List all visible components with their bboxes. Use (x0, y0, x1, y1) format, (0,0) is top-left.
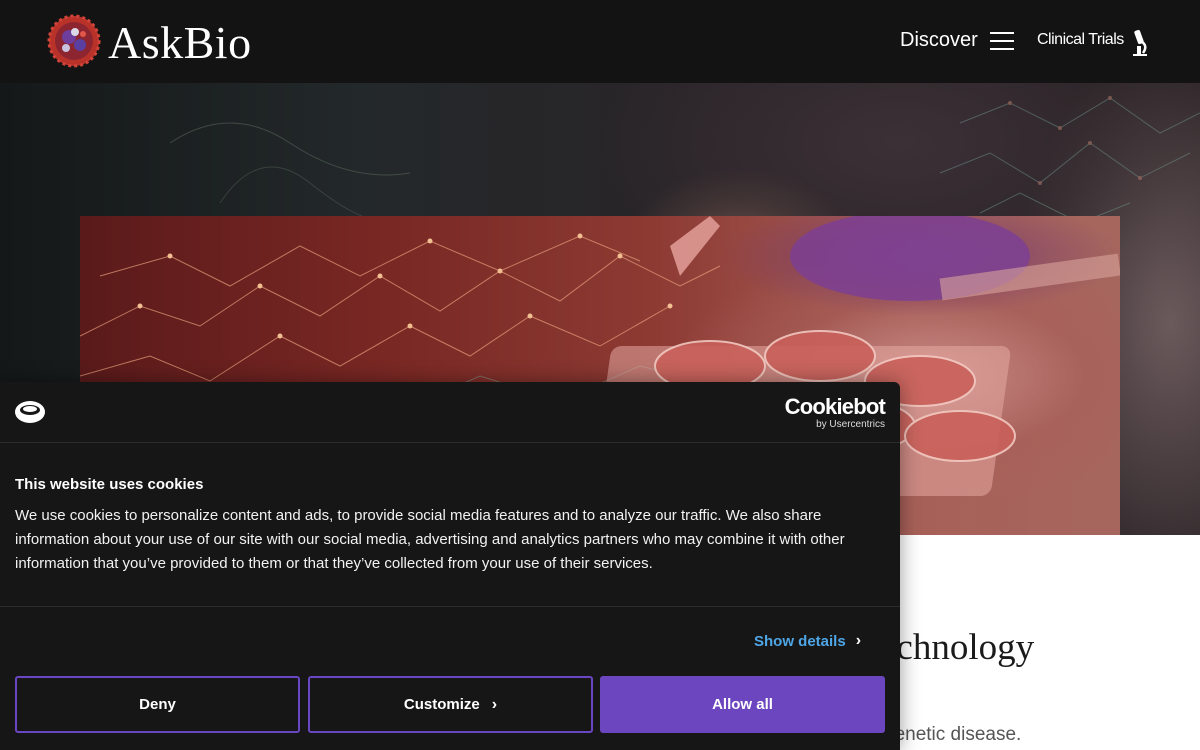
cookiebot-name: Cookiebot (784, 394, 886, 419)
microscope-icon[interactable] (1128, 28, 1150, 58)
discover-link[interactable]: Discover (900, 29, 978, 52)
section-heading: echnology (880, 627, 1035, 668)
cookiebot-logo[interactable]: Cookiebot by Usercentrics (784, 394, 886, 431)
site-header: AskBio Discover Clinical Trials (0, 0, 1200, 83)
cookie-dialog-text: We use cookies to personalize content an… (15, 507, 845, 572)
brand-name[interactable]: AskBio (108, 16, 252, 69)
customize-button[interactable]: Customize › (308, 676, 593, 733)
cookie-consent-dialog: Cookiebot by Usercentrics This website u… (0, 382, 900, 750)
show-details-label: Show details (754, 632, 846, 650)
customize-label: Customize (403, 696, 480, 713)
allow-all-button[interactable]: Allow all (600, 676, 885, 733)
clinical-trials-link[interactable]: Clinical Trials (1037, 31, 1124, 49)
hamburger-menu-icon[interactable] (990, 32, 1014, 50)
divider (0, 606, 900, 607)
virus-logo-icon[interactable] (45, 12, 103, 70)
cookie-dialog-header: Cookiebot by Usercentrics (0, 382, 900, 443)
chevron-right-icon: › (855, 632, 862, 649)
cookie-icon (15, 401, 45, 423)
cookiebot-by: by Usercentrics (816, 419, 885, 430)
deny-button[interactable]: Deny (15, 676, 300, 733)
section-subtext: genetic disease. (884, 724, 1022, 745)
chevron-right-icon: › (491, 695, 498, 713)
cookie-dialog-title: This website uses cookies (15, 476, 204, 493)
page: AskBio Discover Clinical Trials echnolog… (0, 0, 1200, 750)
show-details-link[interactable]: Show details › (754, 632, 861, 650)
